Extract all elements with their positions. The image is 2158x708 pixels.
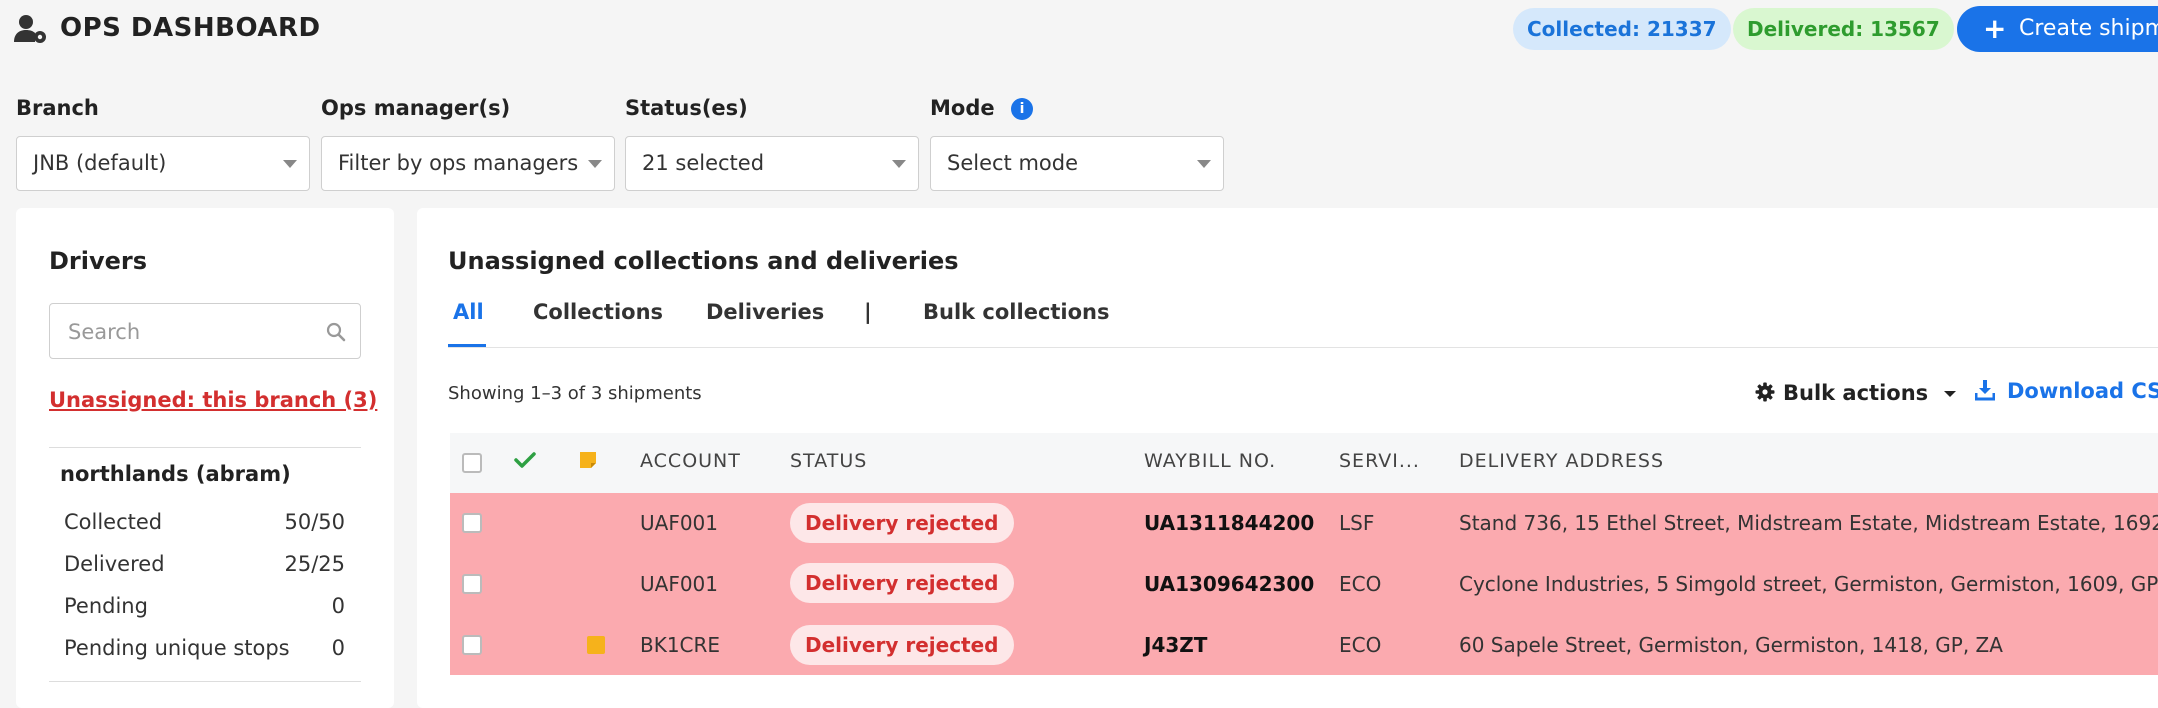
- driver-name[interactable]: northlands (abram): [60, 462, 291, 486]
- waybill-link[interactable]: J43ZT: [1144, 633, 1207, 657]
- row-checkbox[interactable]: [462, 635, 482, 655]
- branch-select-value: JNB (default): [33, 151, 167, 175]
- statuses-select-value: 21 selected: [642, 151, 765, 175]
- caret-down-icon: [283, 160, 297, 168]
- check-icon: [514, 452, 536, 468]
- sticky-note-icon: [580, 452, 596, 468]
- branch-label: Branch: [16, 96, 99, 120]
- column-header-waybill[interactable]: WAYBILL NO.: [1144, 450, 1276, 472]
- download-csv-button[interactable]: Download CSV: [1974, 379, 2158, 403]
- bulk-actions-label: Bulk actions: [1783, 381, 1929, 405]
- driver-stat-label: Delivered: [64, 552, 165, 576]
- row-checkbox[interactable]: [462, 513, 482, 533]
- tab-separator: |: [864, 300, 872, 324]
- mode-label: Mode: [930, 96, 995, 120]
- driver-stat-value: 0: [331, 594, 345, 618]
- driver-stat-value: 50/50: [284, 510, 345, 534]
- statuses-select[interactable]: 21 selected: [625, 136, 919, 191]
- waybill-link[interactable]: UA1311844200: [1144, 511, 1314, 535]
- column-header-service[interactable]: SERVI...: [1339, 450, 1420, 472]
- driver-search-input[interactable]: [66, 304, 320, 360]
- sticky-note-icon[interactable]: [587, 636, 605, 654]
- mode-select[interactable]: Select mode: [930, 136, 1224, 191]
- service-cell: ECO: [1339, 572, 1382, 596]
- driver-stat-label: Pending: [64, 594, 148, 618]
- account-cell: UAF001: [640, 572, 718, 596]
- drivers-panel: [16, 208, 394, 708]
- divider: [49, 447, 361, 448]
- select-all-checkbox[interactable]: [462, 453, 482, 473]
- column-header-account[interactable]: ACCOUNT: [640, 450, 741, 472]
- driver-search[interactable]: [49, 303, 361, 360]
- delivered-count-badge: Delivered: 13567: [1733, 8, 1954, 50]
- driver-stat-value: 25/25: [284, 552, 345, 576]
- delivery-address-cell: 60 Sapele Street, Germiston, Germiston, …: [1459, 633, 2003, 657]
- waybill-link[interactable]: UA1309642300: [1144, 572, 1314, 596]
- delivery-address-cell: Cyclone Industries, 5 Simgold street, Ge…: [1459, 572, 2158, 596]
- tab-all[interactable]: All: [453, 300, 484, 324]
- driver-stat-label: Collected: [64, 510, 163, 534]
- account-cell: UAF001: [640, 511, 718, 535]
- statuses-label: Status(es): [625, 96, 748, 120]
- tab-deliveries[interactable]: Deliveries: [706, 300, 824, 324]
- active-tab-indicator: [448, 344, 486, 347]
- delivery-address-cell: Stand 736, 15 Ethel Street, Midstream Es…: [1459, 511, 2158, 535]
- service-cell: ECO: [1339, 633, 1382, 657]
- caret-down-icon: [892, 160, 906, 168]
- unassigned-branch-link[interactable]: Unassigned: this branch (3): [49, 388, 377, 412]
- tab-collections[interactable]: Collections: [533, 300, 663, 324]
- mode-select-value: Select mode: [947, 151, 1079, 175]
- user-settings-icon: [14, 15, 46, 43]
- row-checkbox[interactable]: [462, 574, 482, 594]
- driver-stat-value: 0: [331, 636, 345, 660]
- service-cell: LSF: [1339, 511, 1375, 535]
- account-cell: BK1CRE: [640, 633, 721, 657]
- column-header-status[interactable]: STATUS: [790, 450, 867, 472]
- create-shipment-label: Create shipment: [2019, 16, 2158, 41]
- column-header-delivery-address[interactable]: DELIVERY ADDRESS: [1459, 450, 1664, 472]
- ops-managers-label: Ops manager(s): [321, 96, 511, 120]
- caret-down-icon: [588, 160, 602, 168]
- page-title: OPS DASHBOARD: [60, 13, 321, 43]
- shipments-title: Unassigned collections and deliveries: [448, 247, 959, 275]
- ops-managers-select[interactable]: Filter by ops managers: [321, 136, 615, 191]
- branch-select[interactable]: JNB (default): [16, 136, 310, 191]
- bulk-actions-button[interactable]: Bulk actions: [1755, 381, 1957, 405]
- status-badge: Delivery rejected: [790, 625, 1014, 665]
- download-csv-label: Download CSV: [2007, 379, 2158, 403]
- caret-down-icon: [1197, 160, 1211, 168]
- tabs-divider: [448, 347, 2158, 348]
- ops-managers-select-value: Filter by ops managers: [338, 151, 579, 175]
- status-badge: Delivery rejected: [790, 503, 1014, 543]
- results-count: Showing 1–3 of 3 shipments: [448, 383, 702, 404]
- drivers-title: Drivers: [49, 247, 148, 275]
- caret-down-icon: [1944, 391, 1957, 397]
- status-badge: Delivery rejected: [790, 563, 1014, 603]
- divider: [49, 681, 361, 682]
- create-shipment-button[interactable]: + Create shipment: [1957, 6, 2158, 52]
- search-icon: [326, 322, 346, 342]
- tab-bulk-collections[interactable]: Bulk collections: [923, 300, 1110, 324]
- driver-stat-label: Pending unique stops: [64, 636, 290, 660]
- gear-icon: [1755, 382, 1775, 402]
- plus-icon: +: [1983, 12, 2007, 45]
- info-icon[interactable]: i: [1011, 98, 1033, 120]
- collected-count-badge: Collected: 21337: [1513, 8, 1731, 50]
- download-icon: [1974, 380, 1996, 401]
